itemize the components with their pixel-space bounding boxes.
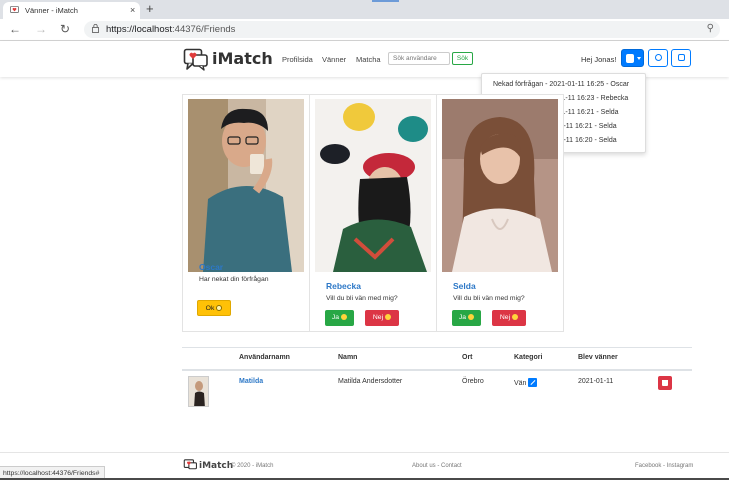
table-header-border xyxy=(182,369,692,371)
logo-text[interactable]: iMatch xyxy=(212,49,273,68)
row-username-link[interactable]: Matilda xyxy=(239,378,263,385)
nav-link-match[interactable]: Matcha xyxy=(356,55,381,64)
url-host: https://localhost xyxy=(106,24,173,35)
zoom-icon[interactable]: ⚲ xyxy=(707,23,714,34)
tab-close-icon[interactable]: × xyxy=(130,5,135,15)
card-message: Vill du bli vän med mig? xyxy=(326,295,398,302)
card-name[interactable]: Oscar xyxy=(199,262,223,272)
heart-favicon-icon xyxy=(10,6,19,14)
decline-label: Nej xyxy=(499,314,511,321)
row-category-text: Vän xyxy=(514,380,527,387)
avatar xyxy=(188,376,209,407)
edit-icon[interactable] xyxy=(528,378,538,387)
footer-divider xyxy=(0,452,729,453)
nav-link-friends[interactable]: Vänner xyxy=(322,55,346,64)
card-message: Har nekat din förfrågan xyxy=(199,276,269,283)
column-header-name: Namn xyxy=(338,354,358,361)
thumbs-down-icon xyxy=(512,314,519,320)
profile-button[interactable] xyxy=(648,49,668,67)
forward-arrow-icon[interactable]: → xyxy=(35,22,47,36)
search-button[interactable]: Sök xyxy=(452,52,473,65)
table-top-border xyxy=(182,347,692,348)
column-header-category: Kategori xyxy=(514,354,543,361)
footer-about-contact[interactable]: About us - Contact xyxy=(412,463,462,469)
footer-logo-text[interactable]: iMatch xyxy=(199,461,233,471)
delete-friend-button[interactable] xyxy=(658,376,672,390)
decline-button[interactable]: Nej xyxy=(365,310,399,326)
browser-tab-bar: Vänner - iMatch × + xyxy=(0,0,729,19)
thumbs-up-icon xyxy=(341,314,348,320)
column-header-username: Användarnamn xyxy=(239,354,290,361)
avatar-image xyxy=(189,377,208,406)
thumbs-down-icon xyxy=(385,314,392,320)
profile-photo-image xyxy=(315,99,431,272)
card-name[interactable]: Rebecka xyxy=(326,281,361,291)
nav-link-profile[interactable]: Profilsida xyxy=(282,55,313,64)
url-field[interactable]: https://localhost:44376/Friends ⚲ xyxy=(84,21,720,38)
friend-card-oscar: Oscar Har nekat din förfrågan Ok xyxy=(182,94,310,332)
logo-chat-heart-icon xyxy=(183,48,208,71)
row-category: Vän xyxy=(514,378,538,387)
search-input[interactable] xyxy=(388,52,450,65)
footer-logo-icon xyxy=(183,459,198,470)
new-tab-icon[interactable]: + xyxy=(146,1,154,16)
accept-button[interactable]: Ja xyxy=(325,310,354,326)
greeting-text: Hej Jonas! xyxy=(581,55,617,64)
user-icon xyxy=(655,54,662,61)
notifications-dropdown-button[interactable] xyxy=(621,49,644,67)
bell-icon xyxy=(626,54,634,63)
profile-photo xyxy=(188,99,304,272)
url-text: https://localhost:44376/Friends xyxy=(106,24,235,35)
column-header-city: Ort xyxy=(462,354,473,361)
browser-tab[interactable]: Vänner - iMatch × xyxy=(3,2,140,19)
friend-card-rebecka: Rebecka Vill du bli vän med mig? Ja Nej xyxy=(309,94,437,332)
power-icon xyxy=(678,54,685,61)
address-bar: ← → ↻ https://localhost:44376/Friends ⚲ xyxy=(0,19,729,41)
back-arrow-icon[interactable]: ← xyxy=(9,22,21,36)
row-friends-since: 2021-01-11 xyxy=(578,378,614,385)
row-city: Örebro xyxy=(462,378,484,385)
chevron-down-icon xyxy=(637,57,641,60)
reload-icon[interactable]: ↻ xyxy=(60,22,70,36)
accept-label: Ja xyxy=(458,314,467,321)
column-header-since: Blev vänner xyxy=(578,354,618,361)
window-accent xyxy=(372,0,399,2)
thumbs-up-icon xyxy=(468,314,475,320)
accept-label: Ja xyxy=(331,314,340,321)
profile-photo-image xyxy=(442,99,558,272)
ok-label: Ok xyxy=(205,305,215,312)
decline-label: Nej xyxy=(372,314,384,321)
footer-copyright: © 2020 - iMatch xyxy=(231,463,274,469)
card-message: Vill du bli vän med mig? xyxy=(453,295,525,302)
accept-button[interactable]: Ja xyxy=(452,310,481,326)
profile-photo xyxy=(442,99,558,272)
logout-button[interactable] xyxy=(671,49,691,67)
url-path: :44376/Friends xyxy=(172,24,236,35)
site-navbar: iMatch Profilsida Vänner Matcha Sök Hej … xyxy=(0,41,729,77)
notification-item[interactable]: Nekad förfrågan - 2021-01-11 16:25 - Osc… xyxy=(482,78,645,92)
lock-icon xyxy=(92,24,99,33)
friend-card-selda: Selda Vill du bli vän med mig? Ja Nej xyxy=(436,94,564,332)
profile-photo xyxy=(315,99,431,272)
profile-photo-image xyxy=(188,99,304,272)
card-name[interactable]: Selda xyxy=(453,281,476,291)
ok-button[interactable]: Ok xyxy=(197,300,231,316)
footer-social-links[interactable]: Facebook - Instagram xyxy=(635,463,693,469)
tab-title: Vänner - iMatch xyxy=(25,6,78,15)
trash-icon xyxy=(662,380,668,386)
row-full-name: Matilda Andersdotter xyxy=(338,378,403,385)
decline-button[interactable]: Nej xyxy=(492,310,526,326)
smile-icon xyxy=(216,305,223,311)
